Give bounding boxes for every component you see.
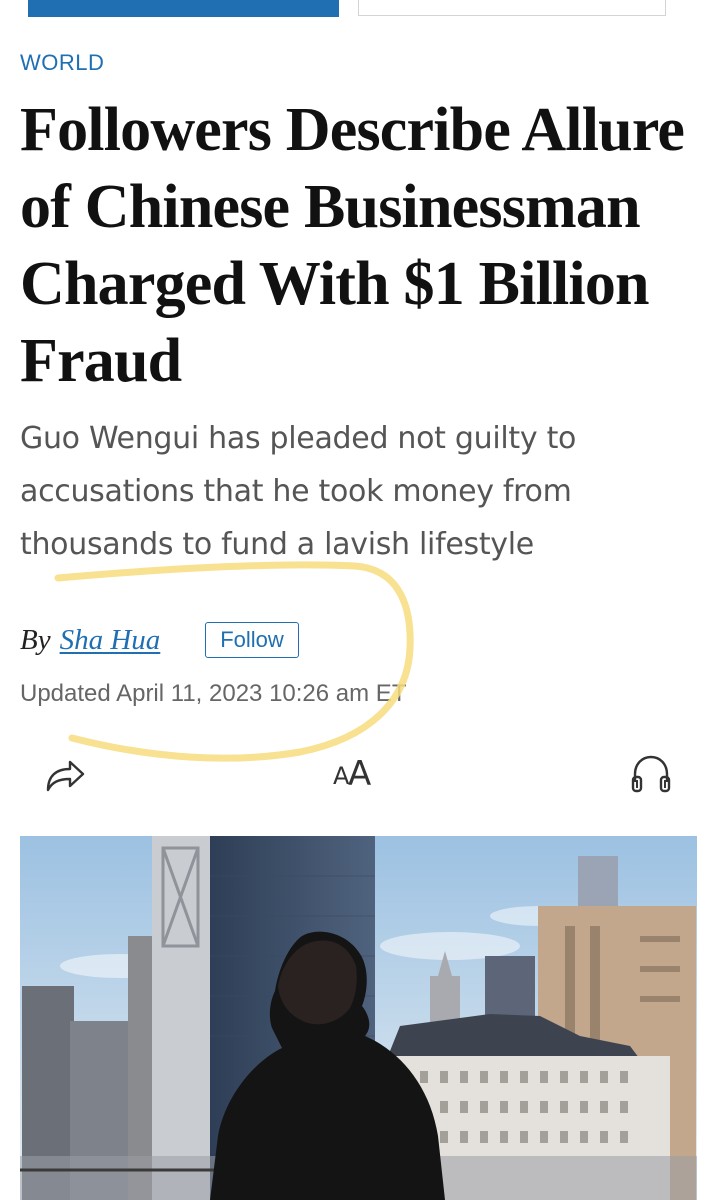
- text-size-icon[interactable]: A A: [331, 752, 379, 794]
- updated-timestamp: Updated April 11, 2023 10:26 am ET: [20, 680, 407, 707]
- follow-button[interactable]: Follow: [205, 622, 299, 658]
- active-tab-indicator[interactable]: [28, 0, 339, 17]
- headphones-icon[interactable]: [628, 752, 674, 796]
- section-label[interactable]: WORLD: [20, 50, 104, 76]
- share-icon[interactable]: [42, 754, 88, 794]
- article-headline: Followers Describe Allure of Chinese Bus…: [20, 96, 685, 395]
- text-size-small-glyph: A: [333, 762, 350, 790]
- article-photo[interactable]: [20, 836, 697, 1200]
- author-link[interactable]: Sha Hua: [60, 624, 161, 657]
- text-size-large-glyph: A: [348, 754, 372, 794]
- byline: By Sha Hua: [20, 618, 160, 662]
- article-summary: Guo Wengui has pleaded not guilty to acc…: [20, 421, 577, 562]
- top-navigation-bar: [0, 0, 707, 20]
- secondary-tab-indicator[interactable]: [358, 0, 666, 16]
- byline-prefix: By: [20, 623, 51, 656]
